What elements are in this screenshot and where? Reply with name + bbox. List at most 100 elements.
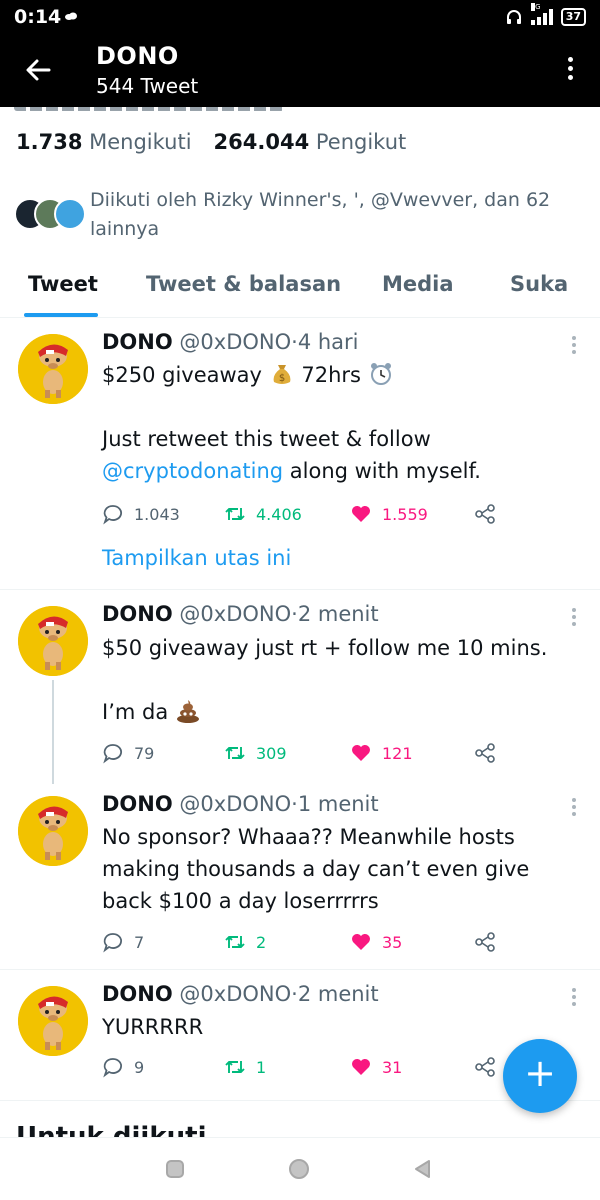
retweet-icon xyxy=(225,747,245,759)
tweet-actions: 79 309 121 xyxy=(102,740,502,766)
retweet-button[interactable]: 2 xyxy=(224,929,266,955)
tweet-header: DONO @0xDONO·2 menit xyxy=(102,982,379,1006)
like-button[interactable]: 35 xyxy=(350,929,402,955)
tweet-menu-icon[interactable] xyxy=(570,988,578,1008)
cloud-icon xyxy=(65,12,77,20)
heart-icon xyxy=(352,934,370,950)
profile-name: DONO xyxy=(96,42,179,70)
followed-by-text: Diikuti oleh Rizky Winner's, ', @Vwevver… xyxy=(90,189,551,240)
followers-link[interactable]: 264.044 Pengikut xyxy=(214,130,407,154)
avatar[interactable] xyxy=(18,334,88,404)
back-arrow-icon[interactable] xyxy=(24,56,52,84)
share-button[interactable] xyxy=(474,740,496,766)
share-icon xyxy=(475,932,495,952)
tweet-header: DONO @0xDONO·4 hari xyxy=(102,330,359,354)
following-link[interactable]: 1.738 Mengikuti xyxy=(16,130,192,154)
reply-button[interactable]: 9 xyxy=(102,1054,144,1080)
author-name[interactable]: DONO xyxy=(102,602,173,626)
tab-likes[interactable]: Suka xyxy=(510,272,568,296)
avatar[interactable] xyxy=(18,606,88,676)
share-button[interactable] xyxy=(474,501,496,527)
retweet-button[interactable]: 4.406 xyxy=(224,501,302,527)
headphone-icon xyxy=(506,10,521,24)
back-nav-icon[interactable] xyxy=(412,1158,434,1180)
signal-icon: 5G xyxy=(530,3,553,25)
tweet-actions: 7 2 35 xyxy=(102,929,502,955)
status-bar: 0:14 5G 37 xyxy=(0,0,600,34)
tweet-text: $50 giveaway just rt + follow me 10 mins… xyxy=(102,636,548,724)
tab-media[interactable]: Media xyxy=(382,272,454,296)
show-thread-link[interactable]: Tampilkan utas ini xyxy=(102,546,291,570)
reply-icon xyxy=(103,744,122,764)
reply-button[interactable]: 7 xyxy=(102,929,144,955)
tweet-time: 4 hari xyxy=(297,330,359,354)
tweet-text: YURRRRR xyxy=(102,1015,204,1039)
avatar[interactable] xyxy=(18,986,88,1056)
share-icon xyxy=(475,1057,495,1077)
tab-tweet-replies[interactable]: Tweet & balasan xyxy=(146,272,341,296)
share-icon xyxy=(475,504,495,524)
recent-apps-icon[interactable] xyxy=(164,1158,186,1180)
author-handle: @0xDONO xyxy=(179,330,292,354)
tweet-text: No sponsor? Whaaa?? Meanwhile hosts maki… xyxy=(102,825,530,913)
tab-tweet[interactable]: Tweet xyxy=(28,272,98,296)
retweet-icon xyxy=(225,1061,245,1073)
reply-icon xyxy=(103,505,122,525)
tweet-text: $250 giveaway $ 72hrs Just retweet this … xyxy=(102,363,481,483)
retweet-icon xyxy=(225,936,245,948)
tweet-card[interactable]: DONO @0xDONO·2 menit $50 giveaway just r… xyxy=(0,590,600,784)
status-icons: 5G 37 xyxy=(505,3,586,28)
compose-plus-icon: + xyxy=(524,1051,556,1095)
poop-emoji xyxy=(176,700,199,723)
like-button[interactable]: 1.559 xyxy=(350,501,428,527)
heart-icon xyxy=(352,506,370,522)
heart-icon xyxy=(352,1059,370,1075)
retweet-button[interactable]: 309 xyxy=(224,740,287,766)
reply-icon xyxy=(103,1058,122,1078)
tweet-card[interactable]: DONO @0xDONO·4 hari $250 giveaway $ 72hr… xyxy=(0,318,600,590)
avatar[interactable] xyxy=(18,796,88,866)
money-bag-emoji: $ xyxy=(273,365,291,384)
tweet-menu-icon[interactable] xyxy=(570,798,578,818)
tweet-card[interactable]: DONO @0xDONO·1 menit No sponsor? Whaaa??… xyxy=(0,780,600,970)
share-button[interactable] xyxy=(474,1054,496,1080)
reply-button[interactable]: 1.043 xyxy=(102,501,180,527)
author-name[interactable]: DONO xyxy=(102,330,173,354)
like-button[interactable]: 121 xyxy=(350,740,413,766)
follow-stats: 1.738 Mengikuti 264.044 Pengikut xyxy=(16,130,406,154)
compose-tweet-button[interactable]: + xyxy=(503,1039,577,1113)
share-icon xyxy=(475,743,495,763)
tweet-time: 2 menit xyxy=(297,602,379,626)
retweet-button[interactable]: 1 xyxy=(224,1054,266,1080)
profile-header: DONO 544 Tweet xyxy=(0,34,600,107)
svg-text:$: $ xyxy=(278,373,284,384)
more-vertical-icon[interactable] xyxy=(564,54,576,88)
share-button[interactable] xyxy=(474,929,496,955)
author-handle: @0xDONO xyxy=(179,602,292,626)
tweet-count: 544 Tweet xyxy=(96,74,199,98)
follower-avatars xyxy=(14,198,86,230)
heart-icon xyxy=(352,745,370,761)
home-icon[interactable] xyxy=(288,1158,310,1180)
author-name[interactable]: DONO xyxy=(102,982,173,1006)
author-name[interactable]: DONO xyxy=(102,792,173,816)
tweet-actions: 1.043 4.406 1.559 xyxy=(102,501,502,527)
profile-tabs: Tweet Tweet & balasan Media Suka xyxy=(0,262,600,318)
battery-icon: 37 xyxy=(560,8,586,26)
tweet-time: 1 menit xyxy=(297,792,379,816)
tweet-actions: 9 1 31 xyxy=(102,1054,502,1080)
reply-icon xyxy=(103,933,122,953)
active-tab-indicator xyxy=(24,313,98,317)
mention-link[interactable]: @cryptodonating xyxy=(102,459,283,483)
thread-connector xyxy=(52,680,54,784)
reply-button[interactable]: 79 xyxy=(102,740,154,766)
tweet-header: DONO @0xDONO·1 menit xyxy=(102,792,379,816)
tweet-time: 2 menit xyxy=(297,982,379,1006)
who-to-follow-heading: Untuk diikuti xyxy=(16,1122,207,1138)
author-handle: @0xDONO xyxy=(179,792,292,816)
tweet-menu-icon[interactable] xyxy=(570,336,578,356)
avatar xyxy=(54,198,86,230)
tweet-menu-icon[interactable] xyxy=(570,608,578,628)
like-button[interactable]: 31 xyxy=(350,1054,402,1080)
author-handle: @0xDONO xyxy=(179,982,292,1006)
